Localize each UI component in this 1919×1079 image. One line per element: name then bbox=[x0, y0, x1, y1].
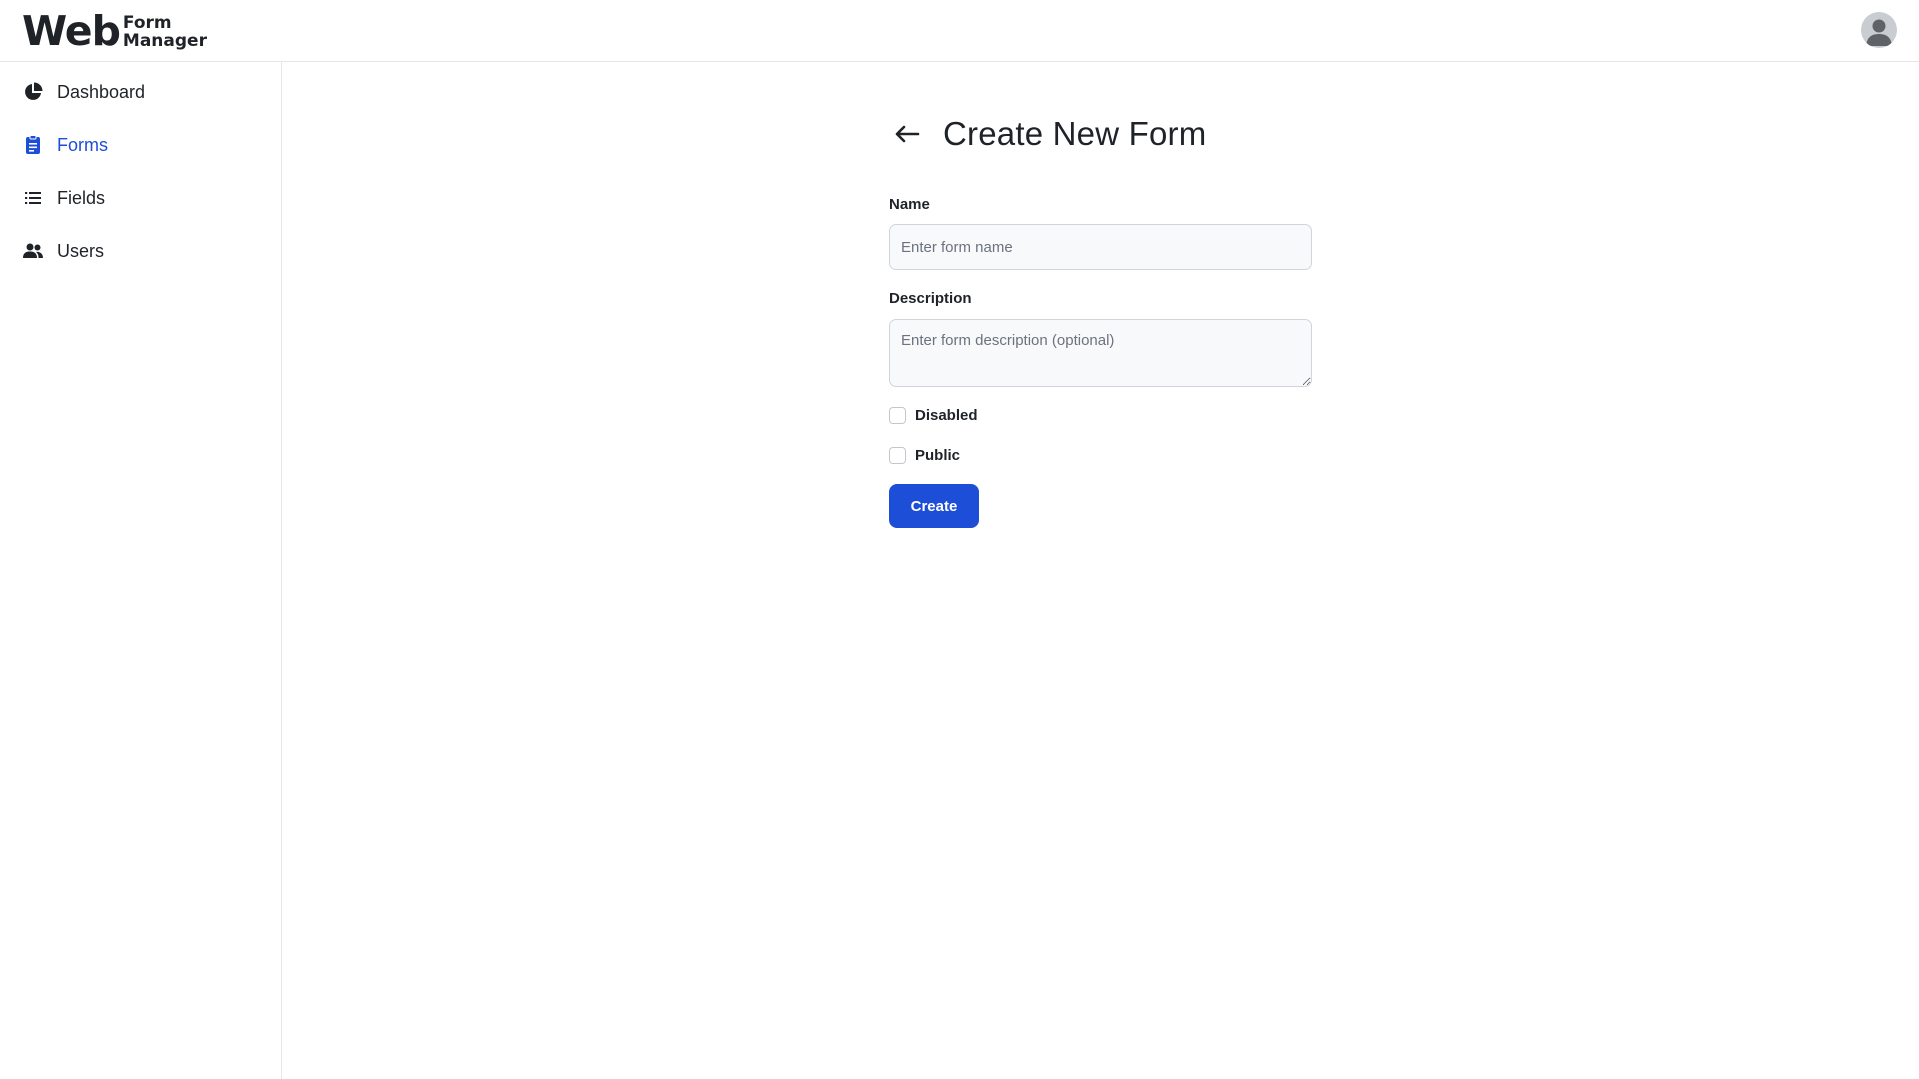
sidebar-item-label: Users bbox=[57, 240, 105, 261]
disabled-checkbox-label: Disabled bbox=[915, 406, 978, 424]
list-icon bbox=[22, 187, 44, 209]
create-button[interactable]: Create bbox=[889, 484, 979, 528]
public-checkbox[interactable] bbox=[889, 446, 906, 464]
disabled-checkbox-row[interactable]: Disabled bbox=[889, 405, 978, 425]
form-description-input[interactable] bbox=[889, 319, 1312, 387]
sidebar-item-label: Forms bbox=[57, 134, 108, 155]
sidebar-item-forms[interactable]: Forms bbox=[22, 129, 262, 161]
sidebar-item-label: Dashboard bbox=[57, 81, 146, 102]
user-avatar[interactable] bbox=[1861, 12, 1897, 48]
logo-line-1: Form bbox=[122, 13, 172, 33]
public-checkbox-label: Public bbox=[915, 446, 961, 464]
logo-line-2: Manager bbox=[122, 31, 207, 51]
sidebar-item-fields[interactable]: Fields bbox=[22, 182, 262, 214]
name-label: Name bbox=[889, 196, 930, 213]
logo-main-text: Web bbox=[22, 6, 121, 55]
top-header: Web Form Manager bbox=[0, 0, 1919, 62]
arrow-left-icon bbox=[895, 125, 920, 143]
sidebar-item-dashboard[interactable]: Dashboard bbox=[22, 76, 262, 108]
pie-chart-icon bbox=[22, 81, 44, 103]
page-header: Create New Form bbox=[889, 110, 1206, 158]
users-icon bbox=[22, 240, 44, 262]
description-label: Description bbox=[889, 290, 972, 307]
form-name-input[interactable] bbox=[889, 224, 1312, 270]
disabled-checkbox[interactable] bbox=[889, 406, 906, 424]
app-logo[interactable]: Web Form Manager bbox=[22, 8, 207, 54]
user-icon bbox=[1866, 19, 1892, 46]
public-checkbox-row[interactable]: Public bbox=[889, 445, 960, 465]
sidebar-item-users[interactable]: Users bbox=[22, 235, 262, 267]
page-title: Create New Form bbox=[943, 115, 1207, 152]
sidebar: Dashboard Forms Fields Users bbox=[0, 62, 282, 1079]
back-button[interactable] bbox=[889, 116, 925, 152]
clipboard-icon bbox=[22, 134, 44, 156]
logo-subtitle: Form Manager bbox=[123, 14, 207, 50]
sidebar-item-label: Fields bbox=[57, 187, 106, 208]
